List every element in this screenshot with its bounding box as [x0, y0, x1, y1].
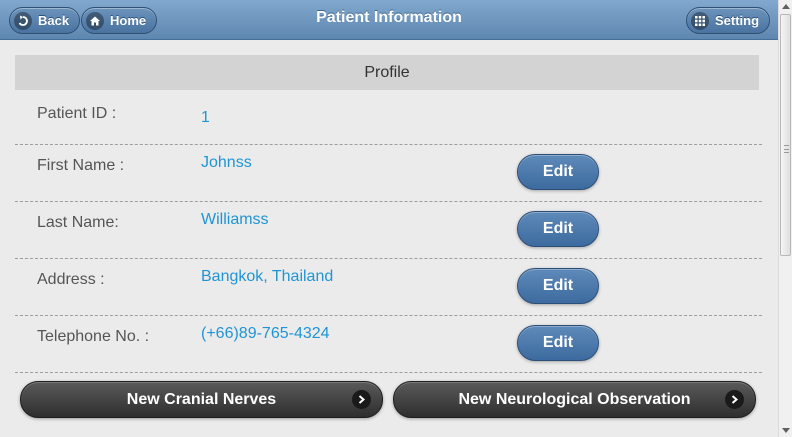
scrollbar-thumb[interactable]: [780, 14, 791, 256]
grip-icon: [784, 145, 789, 153]
field-label: Telephone No. :: [37, 328, 150, 345]
profile-section-header: Profile: [15, 55, 759, 90]
header-bar: Back Home Patient Information Setting: [0, 0, 778, 40]
address-row: Address : Bangkok, Thailand Edit: [15, 258, 762, 315]
last-name-row: Last Name: Williamss Edit: [15, 201, 762, 258]
chevron-right-icon: [725, 390, 744, 409]
patient-id-row: Patient ID : 1: [15, 90, 762, 147]
edit-telephone-button[interactable]: Edit: [517, 325, 599, 361]
divider: [15, 372, 762, 373]
page-title: Patient Information: [316, 9, 462, 26]
first-name-row: First Name : Johnss Edit: [15, 144, 762, 201]
new-neurological-observation-button[interactable]: New Neurological Observation: [393, 381, 756, 418]
scroll-up-arrow-icon[interactable]: [782, 4, 790, 9]
edit-first-name-button[interactable]: Edit: [517, 154, 599, 190]
chevron-right-icon: [352, 390, 371, 409]
scroll-down-arrow-icon[interactable]: [782, 428, 790, 433]
field-value: Williamss: [201, 211, 269, 228]
new-cranial-nerves-button[interactable]: New Cranial Nerves: [20, 381, 383, 418]
edit-address-button[interactable]: Edit: [517, 268, 599, 304]
field-label: Last Name:: [37, 214, 119, 231]
field-value: (+66)89-765-4324: [201, 325, 330, 342]
button-label: New Neurological Observation: [458, 391, 691, 408]
vertical-scrollbar[interactable]: [778, 0, 792, 437]
field-label: First Name :: [37, 157, 125, 174]
edit-last-name-button[interactable]: Edit: [517, 211, 599, 247]
field-label: Address :: [37, 271, 105, 288]
grid-icon: [691, 11, 709, 30]
field-label: Patient ID :: [37, 105, 117, 122]
field-value: 1: [201, 109, 210, 126]
field-value: Johnss: [201, 154, 252, 171]
field-value: Bangkok, Thailand: [201, 268, 334, 285]
setting-label: Setting: [715, 13, 760, 28]
telephone-row: Telephone No. : (+66)89-765-4324 Edit: [15, 315, 762, 372]
button-label: New Cranial Nerves: [126, 391, 277, 408]
setting-button[interactable]: Setting: [686, 7, 771, 34]
